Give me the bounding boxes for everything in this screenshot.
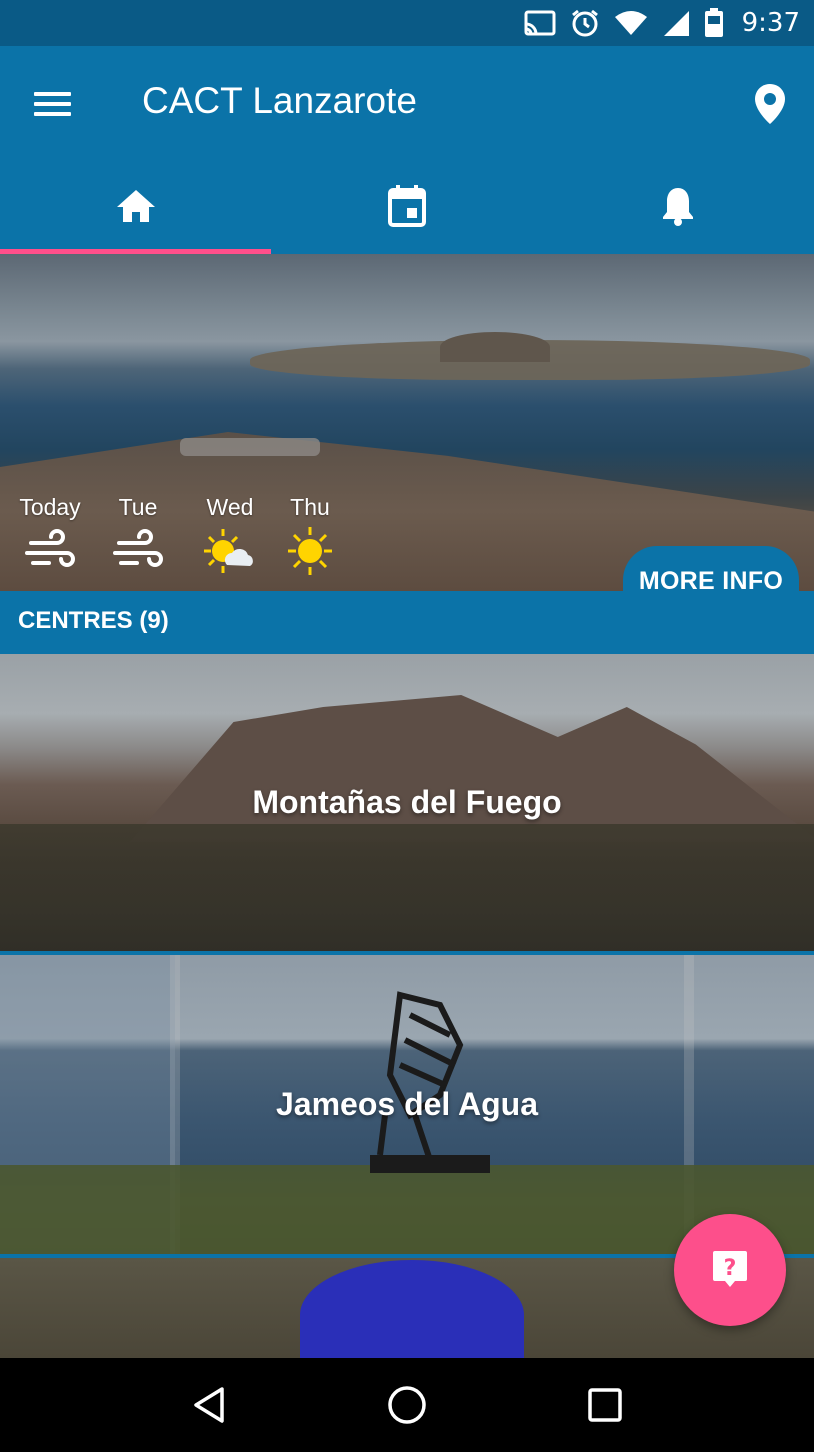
forecast-day-label: Tue — [118, 494, 158, 520]
status-bar: 9:37 — [0, 0, 814, 46]
tab-calendar[interactable] — [271, 162, 542, 254]
recents-icon[interactable] — [575, 1375, 635, 1435]
home-icon — [115, 188, 157, 229]
signal-icon — [662, 9, 690, 37]
location-pin-icon[interactable] — [752, 82, 788, 126]
svg-text:?: ? — [724, 1256, 737, 1281]
more-info-button[interactable]: MORE INFO — [623, 546, 799, 591]
tab-bar — [0, 162, 814, 254]
hero-island-peak — [440, 332, 550, 362]
forecast-day: Tue — [86, 494, 190, 575]
card-blue-pool — [300, 1260, 524, 1358]
forecast-day-label: Today — [19, 494, 81, 520]
crab-sculpture-shape — [370, 991, 490, 1173]
wifi-icon — [614, 10, 648, 36]
cast-icon — [524, 10, 556, 36]
forecast-day: Today — [14, 494, 86, 575]
weather-forecast[interactable]: Today Tue Wed Thu — [14, 494, 350, 575]
help-icon: ? — [713, 1251, 747, 1287]
forecast-day-label: Wed — [206, 494, 254, 520]
centre-name: Jameos del Agua — [275, 1086, 538, 1122]
battery-icon — [704, 8, 724, 38]
back-icon[interactable] — [179, 1375, 239, 1435]
home-circle-icon[interactable] — [377, 1375, 437, 1435]
bell-icon — [661, 186, 695, 231]
centre-card-montanas-del-fuego[interactable]: Montañas del Fuego — [0, 654, 814, 951]
tab-notifications[interactable] — [543, 162, 814, 254]
hero-image: Today Tue Wed Thu MORE INFO — [0, 254, 814, 591]
app-title: CACT Lanzarote — [142, 80, 417, 121]
app-bar: CACT Lanzarote — [0, 46, 814, 254]
forecast-day: Thu — [270, 494, 350, 575]
hamburger-menu-icon[interactable] — [34, 84, 74, 124]
centre-name: Montañas del Fuego — [252, 784, 562, 820]
calendar-icon — [387, 184, 426, 232]
tab-home[interactable] — [0, 162, 271, 254]
card-lava-field — [0, 824, 814, 951]
wind-icon — [25, 529, 75, 567]
hero-salt-flat — [180, 438, 320, 456]
sun-icon — [288, 527, 332, 575]
help-fab-button[interactable]: ? — [674, 1214, 786, 1326]
forecast-day: Wed — [190, 494, 270, 575]
status-time: 9:37 — [741, 8, 800, 38]
centres-header: CENTRES (9) — [0, 591, 814, 654]
forecast-day-label: Thu — [290, 494, 330, 520]
centre-card-jameos-del-agua[interactable]: Jameos del Agua — [0, 955, 814, 1254]
system-nav-bar — [0, 1358, 814, 1452]
alarm-icon — [570, 8, 600, 38]
partly-cloudy-icon — [204, 529, 253, 573]
wind-icon — [113, 529, 163, 567]
centres-count-label: CENTRES (9) — [18, 607, 169, 634]
